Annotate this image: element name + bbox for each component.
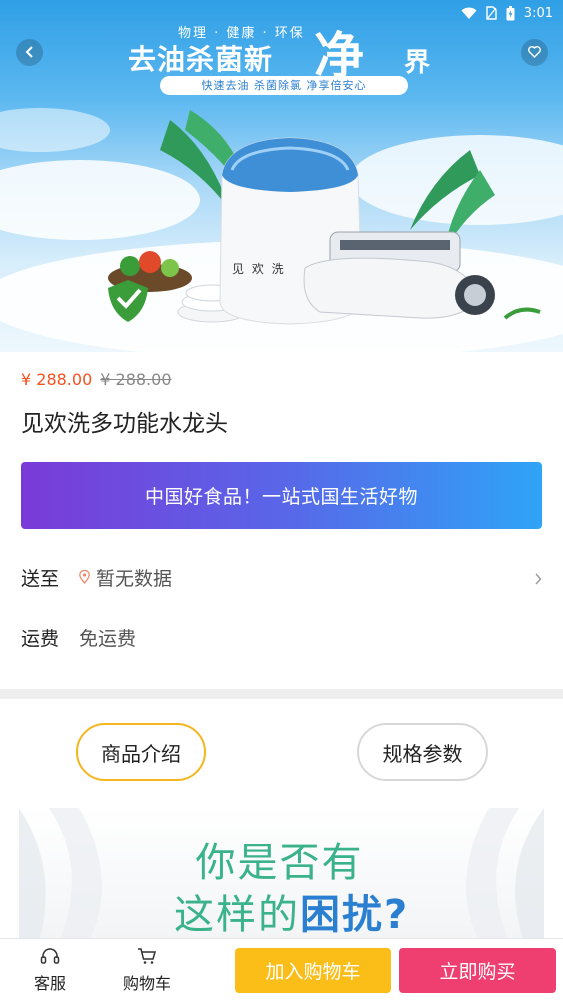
heart-icon [528, 43, 541, 62]
customer-service-label: 客服 [33, 974, 66, 993]
chevron-right-icon [534, 568, 542, 590]
shipping-address: 暂无数据 [96, 567, 173, 590]
shipping-row[interactable]: 送至 暂无数据 [21, 562, 542, 592]
intro-heading-emphasis: 困扰? [300, 892, 410, 938]
intro-heading-prefix: 这样的 [174, 892, 300, 938]
intro-heading-line2: 这样的困扰? [174, 882, 409, 940]
status-time: 3:01 [523, 5, 553, 21]
tab-specifications[interactable]: 规格参数 [357, 723, 488, 781]
cart-icon [137, 945, 157, 967]
intro-heading-line1: 你是否有 [195, 840, 364, 886]
section-divider [0, 689, 563, 699]
hero-subline: 快速去油 杀菌除氯 净享倍安心 [160, 76, 408, 95]
headset-icon [40, 945, 60, 967]
tab-product-intro[interactable]: 商品介绍 [76, 723, 206, 781]
freight-value: 免运费 [79, 627, 137, 650]
wifi-icon [461, 7, 477, 20]
back-button[interactable] [16, 39, 43, 66]
bottom-action-bar: 客服 购物车 加入购物车 立即购买 [0, 938, 563, 1000]
promo-banner[interactable]: 中国好食品！一站式国生活好物 [21, 462, 542, 529]
hero-headline: 去油杀菌新 [128, 43, 274, 76]
status-bar: 3:01 [0, 0, 563, 26]
freight-row: 运费 免运费 [21, 622, 542, 652]
location-pin-icon [79, 570, 90, 584]
battery-icon [506, 5, 515, 21]
customer-service-button[interactable]: 客服 [15, 945, 85, 994]
buy-now-button[interactable]: 立即购买 [399, 948, 556, 993]
hero-illustration [0, 108, 563, 352]
product-intro-image: 你是否有 这样的困扰? [19, 808, 544, 942]
freight-label: 运费 [21, 627, 60, 650]
add-to-cart-button[interactable]: 加入购物车 [235, 948, 391, 993]
product-image-banner[interactable]: 物理 · 健康 · 环保 去油杀菌新 净 界 快速去油 杀菌除氯 净享倍安心 见… [0, 0, 563, 352]
price-row: ¥ 288.00 ¥ 288.00 [21, 370, 172, 389]
shipping-label: 送至 [21, 567, 60, 590]
favorite-button[interactable] [521, 39, 548, 66]
current-price: ¥ 288.00 [21, 370, 93, 389]
cart-label: 购物车 [122, 974, 171, 993]
original-price: ¥ 288.00 [100, 370, 172, 389]
brand-logo-text: 见 欢 洗 [232, 262, 286, 276]
product-title: 见欢洗多功能水龙头 [21, 411, 228, 437]
back-arrow-icon [25, 43, 35, 62]
cart-button[interactable]: 购物车 [112, 945, 182, 994]
sim-icon [486, 6, 497, 20]
hero-headline-tail: 界 [404, 48, 431, 78]
